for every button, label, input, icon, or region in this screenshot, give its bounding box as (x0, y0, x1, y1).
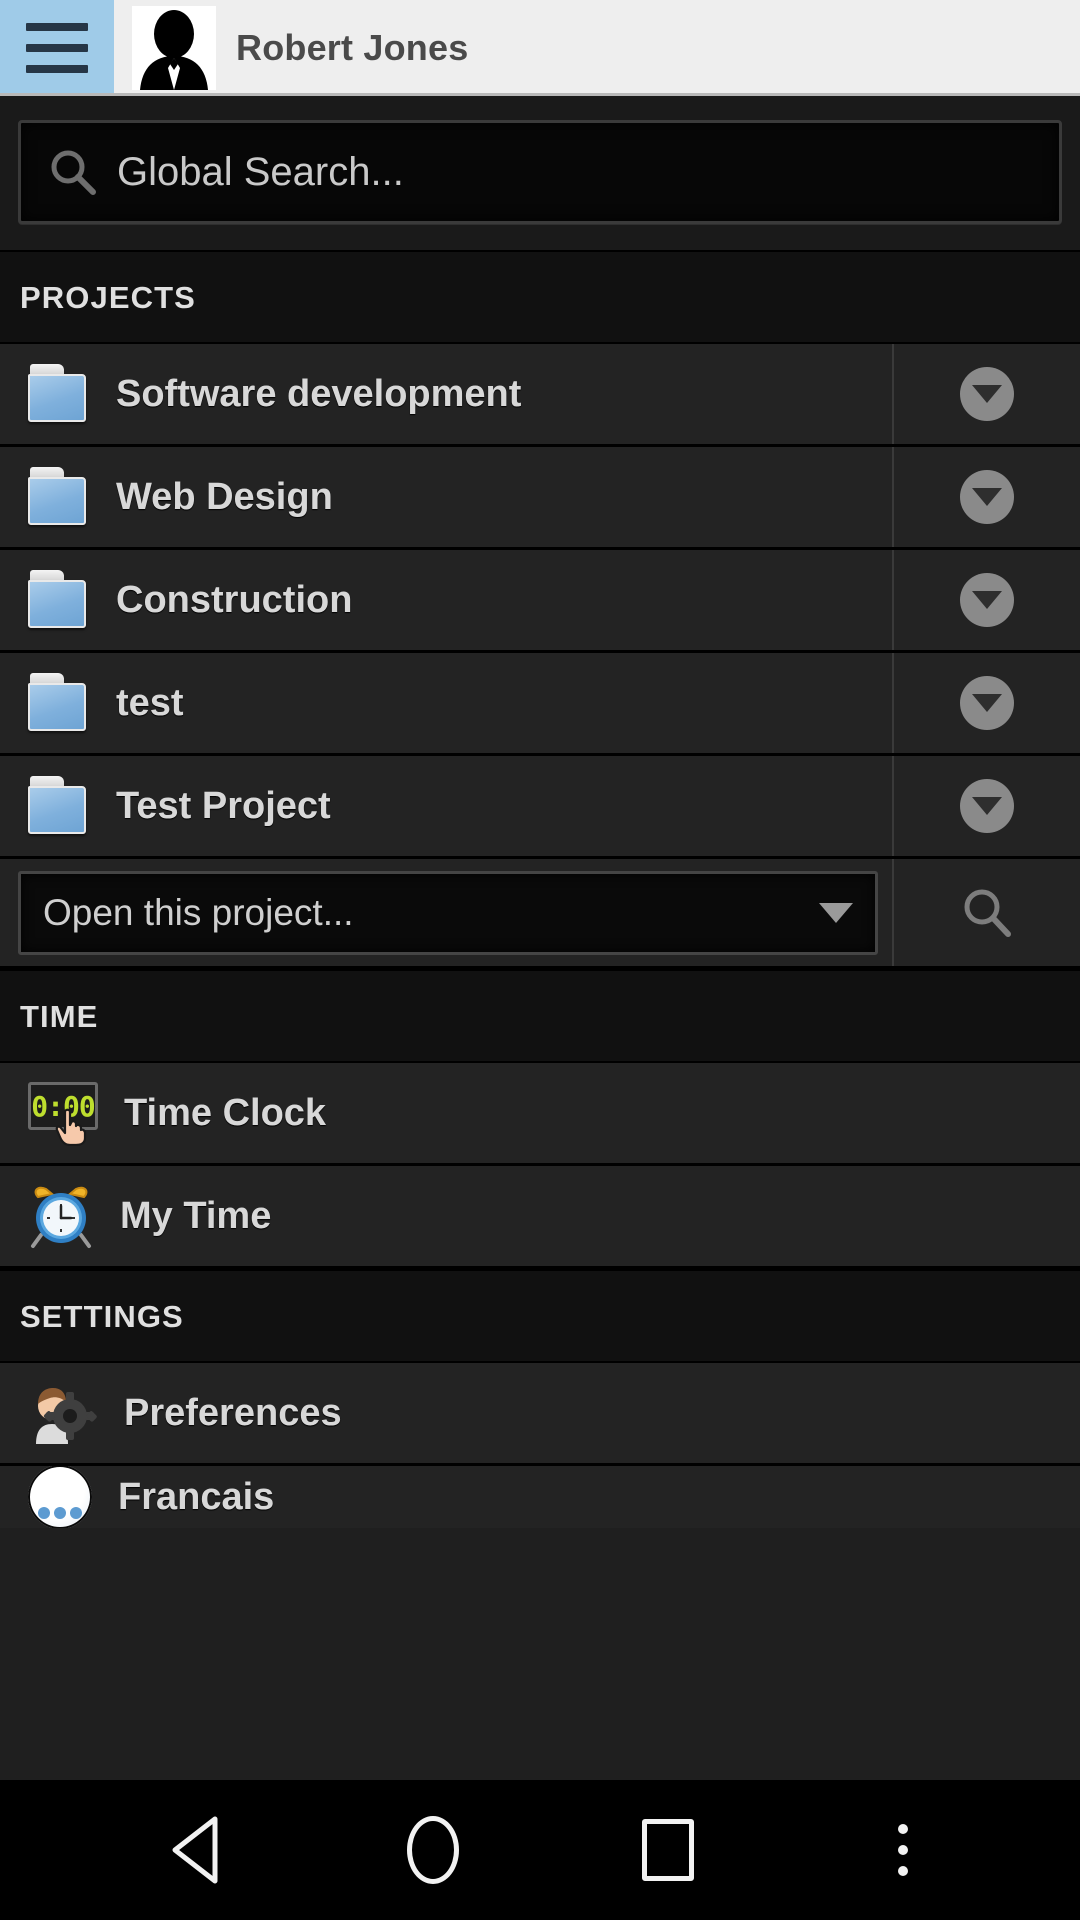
home-circle-icon (406, 1816, 459, 1884)
user-gear-icon (36, 1388, 97, 1444)
search-icon (51, 150, 96, 195)
avatar[interactable] (132, 6, 216, 90)
list-item-label: Web Design (116, 475, 333, 518)
search-input[interactable]: Global Search... (18, 120, 1062, 224)
project-row-main[interactable]: Web Design (0, 447, 892, 547)
folder-icon (28, 673, 90, 733)
project-row-main[interactable]: Test Project (0, 756, 892, 856)
chevron-down-icon (960, 573, 1014, 627)
chevron-down-icon (960, 676, 1014, 730)
time-clock-row[interactable]: 0:00 Time Clock (0, 1063, 1080, 1163)
section-header-projects: PROJECTS (0, 250, 1080, 344)
project-search-button[interactable] (892, 859, 1080, 966)
list-item[interactable]: Construction (0, 550, 1080, 653)
preferences-row[interactable]: Preferences (0, 1363, 1080, 1463)
project-picker-row: Open this project... (0, 859, 1080, 969)
list-item[interactable]: Web Design (0, 447, 1080, 550)
app-root: Robert Jones Global Search... PROJECTS S… (0, 0, 1080, 1920)
list-item-label: Preferences (124, 1391, 342, 1434)
project-expander-button[interactable] (892, 756, 1080, 856)
nav-home-button[interactable] (373, 1790, 493, 1910)
nav-recents-button[interactable] (608, 1790, 728, 1910)
nav-back-button[interactable] (138, 1790, 258, 1910)
project-row-main[interactable]: Construction (0, 550, 892, 650)
page-title: Robert Jones (236, 27, 469, 68)
alarm-clock-icon (31, 1186, 91, 1248)
list-item-label: Francais (118, 1475, 275, 1518)
list-item[interactable]: Test Project (0, 756, 1080, 859)
list-item[interactable]: Francais (0, 1466, 1080, 1528)
app-header: Robert Jones (0, 0, 1080, 96)
hamburger-bar (26, 23, 88, 31)
folder-icon (28, 467, 90, 527)
caret-down-icon (819, 902, 853, 923)
list-item-label: Test Project (116, 784, 331, 827)
hamburger-bar (26, 65, 88, 73)
folder-icon (28, 570, 90, 630)
list-item-label: My Time (120, 1194, 272, 1237)
nav-more-button[interactable] (843, 1790, 963, 1910)
search-icon (964, 889, 1011, 937)
project-row-main[interactable]: Software development (0, 344, 892, 444)
list-item-label: Time Clock (124, 1091, 327, 1134)
language-globe-icon (28, 1466, 92, 1528)
list-item-label: test (116, 681, 184, 724)
recents-square-icon (641, 1819, 694, 1881)
project-expander-button[interactable] (892, 653, 1080, 753)
list-item[interactable]: Preferences (0, 1363, 1080, 1466)
language-row[interactable]: Francais (0, 1466, 1080, 1528)
folder-icon (28, 776, 90, 836)
back-triangle-icon (172, 1816, 217, 1884)
project-picker-select[interactable]: Open this project... (18, 870, 878, 955)
pointing-hand-icon (55, 1108, 87, 1146)
user-avatar-silhouette-icon (132, 6, 216, 90)
list-item[interactable]: My Time (0, 1166, 1080, 1269)
project-expander-button[interactable] (892, 447, 1080, 547)
hamburger-menu-button[interactable] (0, 0, 114, 96)
project-row-main[interactable]: test (0, 653, 892, 753)
digital-clock-icon: 0:00 (28, 1082, 98, 1146)
project-picker-value: Open this project... (43, 891, 354, 933)
list-item[interactable]: 0:00 Time Clock (0, 1063, 1080, 1166)
list-item-label: Construction (116, 578, 353, 621)
search-placeholder: Global Search... (117, 149, 404, 194)
hamburger-bar (26, 44, 88, 52)
search-zone: Global Search... (0, 96, 1080, 250)
navigation-drawer: Global Search... PROJECTS Software devel… (0, 96, 1080, 1780)
overflow-menu-icon (897, 1824, 908, 1876)
folder-icon (28, 364, 90, 424)
chevron-down-icon (960, 779, 1014, 833)
chevron-down-icon (960, 470, 1014, 524)
section-header-time: TIME (0, 969, 1080, 1063)
list-item-label: Software development (116, 372, 522, 415)
my-time-row[interactable]: My Time (0, 1166, 1080, 1266)
project-expander-button[interactable] (892, 344, 1080, 444)
project-picker-cell: Open this project... (0, 859, 892, 966)
android-navigation-bar (0, 1780, 1080, 1920)
project-expander-button[interactable] (892, 550, 1080, 650)
list-item[interactable]: test (0, 653, 1080, 756)
list-item[interactable]: Software development (0, 344, 1080, 447)
section-header-settings: SETTINGS (0, 1269, 1080, 1363)
chevron-down-icon (960, 367, 1014, 421)
